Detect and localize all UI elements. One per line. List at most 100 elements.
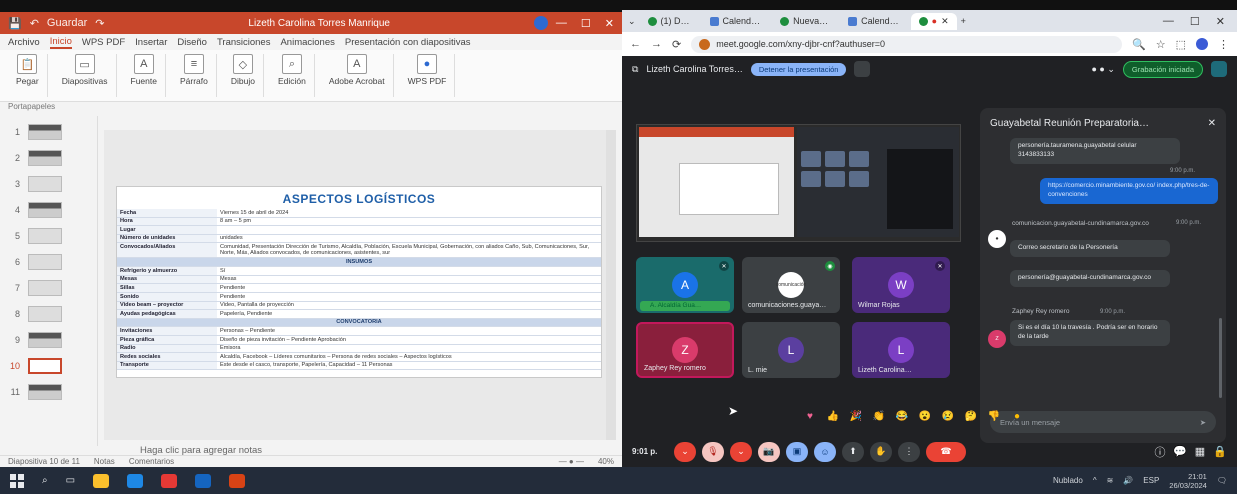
slide-thumb[interactable]: 4 xyxy=(8,200,90,220)
tab-inicio[interactable]: Inicio xyxy=(49,36,72,49)
tab-transiciones[interactable]: Transiciones xyxy=(217,37,271,48)
slide-canvas[interactable]: ASPECTOS LOGÍSTICOS Fecha Viernes 15 de a… xyxy=(104,130,610,440)
heart-reaction-icon[interactable]: ♥ xyxy=(802,408,818,424)
tab-close-icon[interactable]: ✕ xyxy=(941,16,949,27)
camera-menu-icon[interactable]: ● ● ⌄ xyxy=(1091,64,1114,75)
wifi-icon[interactable]: ≋ xyxy=(1107,476,1114,485)
thumbs-down-reaction-icon[interactable]: 👎 xyxy=(986,408,1002,424)
chat-scrollbar[interactable] xyxy=(1219,318,1222,398)
search-icon[interactable]: ⌕ xyxy=(42,475,48,486)
tray-chevron-icon[interactable]: ^ xyxy=(1093,476,1097,485)
weather-text[interactable]: Nublado xyxy=(1053,476,1083,485)
minimize-icon[interactable]: — xyxy=(556,17,567,30)
close-icon[interactable]: ✕ xyxy=(1216,15,1225,28)
language-indicator[interactable]: ESP xyxy=(1143,476,1159,485)
browser-tab[interactable]: Calend… xyxy=(840,13,907,29)
quick-access-label[interactable]: Guardar xyxy=(47,17,87,29)
undo-icon[interactable]: ↶ xyxy=(30,17,39,30)
save-icon[interactable]: 💾 xyxy=(8,17,22,30)
windows-start-icon[interactable] xyxy=(10,473,24,488)
participant-tile[interactable]: comunicación ◉ comunicaciones.guaya… xyxy=(742,257,840,313)
acrobat-button[interactable]: A Adobe Acrobat xyxy=(321,54,394,97)
slide-thumb[interactable]: 11 xyxy=(8,382,90,402)
tab-archivo[interactable]: Archivo xyxy=(8,37,40,48)
chrome-icon[interactable] xyxy=(161,473,178,488)
chat-icon[interactable]: 💬 xyxy=(1173,445,1187,458)
system-clock[interactable]: 21:01 26/03/2024 xyxy=(1169,472,1207,490)
captions-icon[interactable] xyxy=(1211,61,1227,77)
slide-thumb[interactable]: 2 xyxy=(8,148,90,168)
camera-options-button[interactable]: ⌄ xyxy=(730,441,752,462)
slide-thumb[interactable]: 7 xyxy=(8,278,90,298)
participant-tile[interactable]: A ✕ A. Alcaldía Gua… xyxy=(636,257,734,313)
chat-message-own[interactable]: https://comercio.minambiente.gov.co/ ind… xyxy=(1040,178,1218,204)
participant-tile[interactable]: L Lizeth Carolina… xyxy=(852,322,950,378)
zoom-icon[interactable]: 🔍 xyxy=(1132,38,1146,51)
bookmark-star-icon[interactable]: ☆ xyxy=(1156,38,1166,51)
slides-button[interactable]: ▭ Diapositivas xyxy=(54,54,117,97)
slide[interactable]: ASPECTOS LOGÍSTICOS Fecha Viernes 15 de a… xyxy=(116,186,602,378)
file-explorer-icon[interactable] xyxy=(93,473,110,488)
volume-icon[interactable]: 🔊 xyxy=(1123,476,1133,485)
maximize-icon[interactable]: ☐ xyxy=(1190,15,1200,28)
reload-icon[interactable]: ⟳ xyxy=(672,38,681,51)
browser-tab[interactable]: Nueva… xyxy=(772,13,836,29)
stop-presenting-button[interactable]: Detener la presentación xyxy=(750,62,847,76)
captions-button[interactable]: ▣ xyxy=(786,441,808,462)
redo-icon[interactable]: ↷ xyxy=(95,17,104,30)
browser-tab[interactable]: Calend… xyxy=(702,13,769,29)
notes-button[interactable]: Notas xyxy=(94,457,115,466)
party-reaction-icon[interactable]: 🎉 xyxy=(848,408,864,424)
laugh-reaction-icon[interactable]: 😂 xyxy=(894,408,910,424)
camera-off-button[interactable]: 📷 xyxy=(758,441,780,462)
tab-wps-pdf[interactable]: WPS PDF xyxy=(82,37,125,48)
extensions-icon[interactable]: ⬚ xyxy=(1176,38,1186,51)
slide-scrollbar[interactable] xyxy=(606,130,616,440)
paste-button[interactable]: 📋 Pegar xyxy=(8,54,48,97)
profile-avatar[interactable] xyxy=(1196,38,1208,50)
word-icon[interactable] xyxy=(195,473,212,488)
zoom-level[interactable]: 40% xyxy=(598,457,614,466)
font-button[interactable]: A Fuente xyxy=(123,54,166,97)
chat-message[interactable]: personería@guayabetal-cundinamarca.gov.c… xyxy=(1010,270,1170,287)
surprised-reaction-icon[interactable]: 😮 xyxy=(917,408,933,424)
wps-pdf-button[interactable]: ● WPS PDF xyxy=(400,54,456,97)
emoji-button[interactable]: ☺ xyxy=(814,441,836,462)
logistics-table[interactable]: Fecha Viernes 15 de abril de 2024 Hora 8 am… xyxy=(117,209,601,371)
send-icon[interactable]: ➤ xyxy=(1200,418,1206,427)
participant-tile[interactable]: W ✕ Wilmar Rojas xyxy=(852,257,950,313)
tab-diseno[interactable]: Diseño xyxy=(177,37,207,48)
mic-off-button[interactable]: 🎙 xyxy=(702,441,724,462)
tab-animaciones[interactable]: Animaciones xyxy=(280,37,334,48)
layout-icon[interactable] xyxy=(854,61,871,77)
menu-kebab-icon[interactable]: ⋮ xyxy=(1218,38,1229,51)
user-avatar[interactable] xyxy=(533,16,548,30)
raise-hand-button[interactable]: ✋ xyxy=(870,441,892,462)
close-icon[interactable]: ✕ xyxy=(1208,118,1216,129)
leave-call-button[interactable]: ☎ xyxy=(926,441,966,462)
more-reactions-icon[interactable]: ● xyxy=(1009,408,1025,424)
mic-options-button[interactable]: ⌄ xyxy=(674,441,696,462)
browser-tab[interactable]: (1) D… xyxy=(640,13,698,29)
participant-tile[interactable]: Z Zaphey Rey romero xyxy=(636,322,734,378)
new-tab-icon[interactable]: + xyxy=(961,16,966,26)
more-options-button[interactable]: ⋮ xyxy=(898,441,920,462)
slide-thumb-selected[interactable]: 10 xyxy=(8,356,90,376)
participant-tile[interactable]: L L. mie xyxy=(742,322,840,378)
close-icon[interactable]: ✕ xyxy=(605,17,614,30)
slide-thumb[interactable]: 3 xyxy=(8,174,90,194)
recording-button[interactable]: Grabación iniciada xyxy=(1122,60,1203,78)
comments-button[interactable]: Comentarios xyxy=(129,457,174,466)
site-info-icon[interactable] xyxy=(699,38,711,50)
task-view-icon[interactable]: ▭ xyxy=(66,475,75,486)
powerpoint-icon[interactable] xyxy=(229,473,246,488)
maximize-icon[interactable]: ☐ xyxy=(581,17,591,30)
edge-icon[interactable] xyxy=(127,473,144,488)
present-button[interactable]: ⬆ xyxy=(842,441,864,462)
tab-insertar[interactable]: Insertar xyxy=(135,37,167,48)
slide-thumb[interactable]: 6 xyxy=(8,252,90,272)
tab-presentacion[interactable]: Presentación con diapositivas xyxy=(345,37,471,48)
minimize-icon[interactable]: — xyxy=(1163,15,1174,28)
drawing-button[interactable]: ◇ Dibujo xyxy=(223,54,264,97)
omnibox[interactable]: meet.google.com/xny-djbr-cnf?authuser=0 xyxy=(691,35,1123,53)
